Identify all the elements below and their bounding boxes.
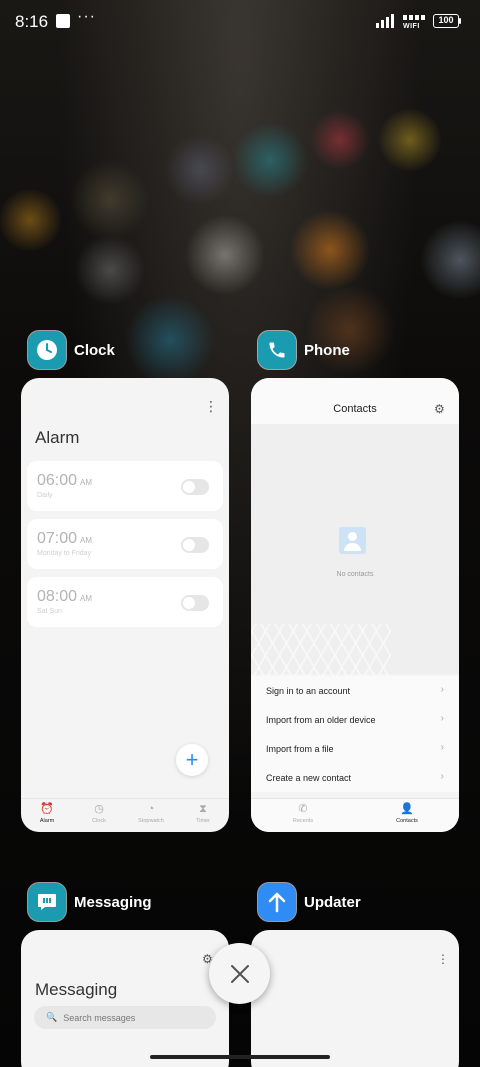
phone-app-card[interactable]: Contacts ⚙ No contacts Sign in to an acc…	[251, 378, 459, 832]
search-messages-field[interactable]: 🔍 Search messages	[34, 1006, 216, 1029]
tab-contacts[interactable]: 👤 Contacts	[355, 799, 459, 832]
more-options-icon[interactable]: ⋮	[437, 952, 449, 966]
clock-app-icon[interactable]	[28, 331, 66, 369]
status-time: 8:16	[15, 12, 49, 31]
tab-label: Alarm	[39, 818, 55, 824]
alarm-time: 06:00 AM	[37, 472, 93, 489]
phone-tab-bar: ✆ Recents 👤 Contacts	[251, 798, 459, 832]
stopwatch-icon: ◔	[147, 803, 155, 815]
chevron-right-icon: ›	[440, 771, 444, 782]
app-name-clock: Clock	[74, 341, 115, 359]
action-import-file[interactable]: Import from a file ›	[251, 734, 459, 763]
wifi-label: WIFI	[403, 23, 420, 30]
battery-tip	[459, 18, 461, 24]
phone-app-icon[interactable]	[258, 331, 296, 369]
contacts-title: Contacts	[333, 403, 377, 415]
tab-label: Stopwatch	[138, 818, 164, 824]
tab-timer[interactable]: ⧗ Timer	[177, 799, 229, 832]
alarm-toggle[interactable]	[181, 595, 209, 611]
person-icon: 👤	[400, 803, 414, 815]
alarm-item[interactable]: 06:00 AM Daily	[27, 461, 223, 511]
search-placeholder: Search messages	[63, 1012, 136, 1023]
updater-app-card[interactable]: ⋮	[251, 930, 459, 1067]
chevron-right-icon: ›	[440, 713, 444, 724]
alarm-toggle[interactable]	[181, 479, 209, 495]
alarm-item[interactable]: 07:00 AM Monday to Friday	[27, 519, 223, 569]
more-notifications-icon: ···	[77, 8, 96, 25]
messaging-app-icon[interactable]	[28, 883, 66, 921]
app-name-phone: Phone	[304, 341, 350, 359]
message-icon	[38, 894, 56, 910]
app-header-phone[interactable]: Phone	[258, 330, 350, 370]
arrow-up-icon	[268, 892, 286, 913]
signal-icon	[376, 14, 394, 28]
app-name-updater: Updater	[304, 893, 361, 911]
app-header-clock[interactable]: Clock	[28, 330, 115, 370]
phone-icon	[269, 342, 285, 358]
action-label: Import from an older device	[266, 714, 376, 725]
gear-icon[interactable]: ⚙	[434, 402, 445, 416]
hourglass-icon: ⧗	[199, 803, 207, 815]
tab-label: Timer	[196, 818, 210, 824]
action-sign-in[interactable]: Sign in to an account ›	[251, 676, 459, 705]
chevron-right-icon: ›	[440, 742, 444, 753]
close-icon	[230, 964, 249, 983]
search-icon: 🔍	[46, 1012, 58, 1022]
contacts-action-list: Sign in to an account › Import from an o…	[251, 676, 459, 792]
home-indicator[interactable]	[150, 1055, 330, 1059]
tab-alarm[interactable]: ⏰ Alarm	[21, 799, 73, 832]
tab-label: Contacts	[396, 818, 418, 824]
alarm-title: Alarm	[35, 428, 80, 447]
notification-icon	[56, 14, 70, 28]
chevron-right-icon: ›	[440, 684, 444, 695]
alarm-repeat: Monday to Friday	[37, 550, 92, 557]
contacts-header: Contacts ⚙	[251, 378, 459, 424]
app-name-messaging: Messaging	[74, 893, 152, 911]
battery-level: 100	[438, 15, 454, 25]
action-label: Import from a file	[266, 743, 334, 754]
status-bar: 8:16 ··· WIFI 100	[0, 0, 480, 44]
messaging-app-card[interactable]: ⚙ Messaging 🔍 Search messages	[21, 930, 229, 1067]
tab-stopwatch[interactable]: ◔ Stopwatch	[125, 799, 177, 832]
wifi-signal-icon	[403, 15, 425, 20]
alarm-icon: ⏰	[40, 803, 54, 815]
more-options-icon[interactable]: ⋮	[204, 398, 218, 415]
app-header-updater[interactable]: Updater	[258, 882, 361, 922]
alarm-time: 07:00 AM	[37, 530, 93, 547]
alarm-toggle[interactable]	[181, 537, 209, 553]
add-alarm-button[interactable]: +	[176, 744, 208, 776]
action-label: Create a new contact	[266, 772, 352, 783]
clock-icon: ◷	[94, 803, 104, 815]
alarm-time: 08:00 AM	[37, 588, 93, 605]
clock-tab-bar: ⏰ Alarm ◷ Clock ◔ Stopwatch ⧗ Timer	[21, 798, 229, 832]
action-create-contact[interactable]: Create a new contact ›	[251, 763, 459, 792]
updater-app-icon[interactable]	[258, 883, 296, 921]
messaging-title: Messaging	[35, 980, 118, 999]
phone-icon: ✆	[298, 803, 308, 815]
tab-label: Recents	[292, 818, 314, 824]
action-import-older-device[interactable]: Import from an older device ›	[251, 705, 459, 734]
alarm-repeat: Sat Sun	[37, 608, 62, 615]
contact-placeholder-icon	[339, 527, 366, 554]
empty-state-text: No contacts	[336, 571, 374, 578]
alarm-repeat: Daily	[37, 492, 53, 499]
clear-all-button[interactable]	[209, 943, 270, 1004]
app-header-messaging[interactable]: Messaging	[28, 882, 152, 922]
clock-app-card[interactable]: ⋮ Alarm 06:00 AM Daily 07:00 AM Monday to …	[21, 378, 229, 832]
tab-clock[interactable]: ◷ Clock	[73, 799, 125, 832]
tab-recents[interactable]: ✆ Recents	[251, 799, 355, 832]
action-label: Sign in to an account	[266, 685, 351, 696]
tab-label: Clock	[92, 818, 106, 824]
alarm-item[interactable]: 08:00 AM Sat Sun	[27, 577, 223, 627]
clock-icon	[37, 340, 57, 360]
